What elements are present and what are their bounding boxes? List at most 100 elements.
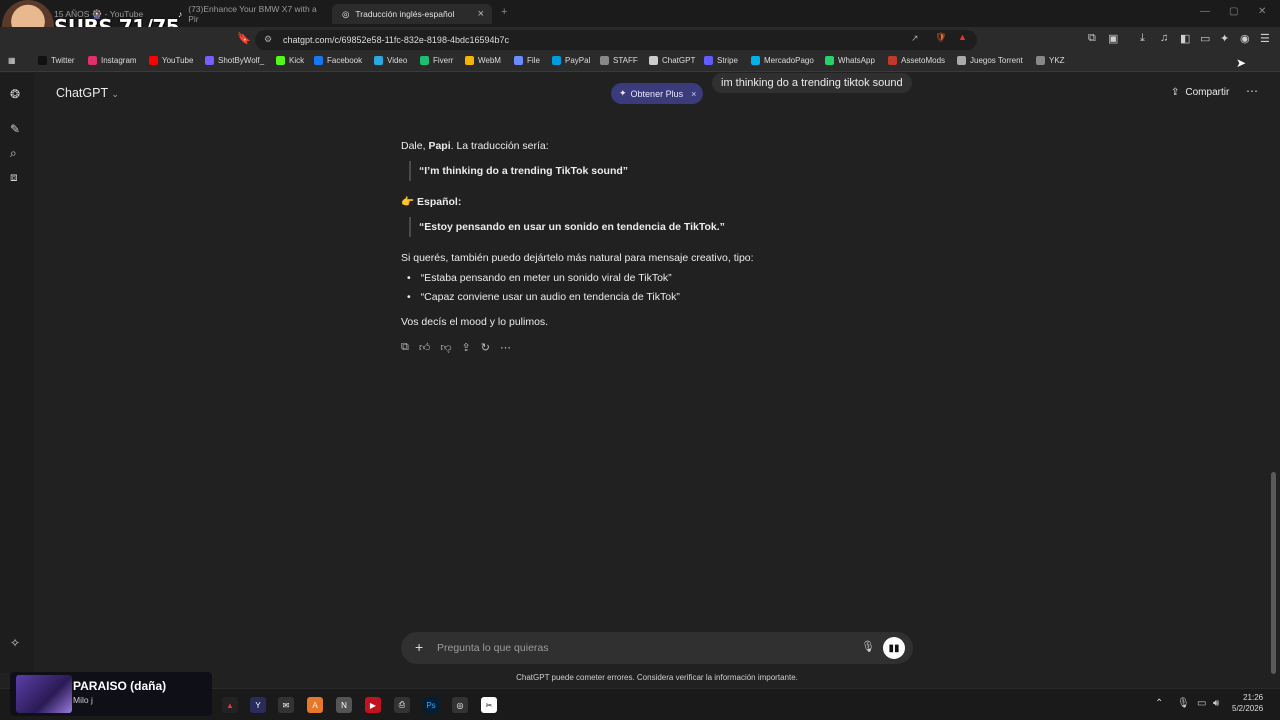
new-tab-button[interactable]: + — [501, 6, 507, 18]
bookmark-item[interactable]: Twitter — [38, 56, 75, 65]
bookmark-item[interactable]: WhatsApp — [825, 56, 875, 65]
minimize-button[interactable]: — — [1200, 6, 1210, 17]
apps-grid-icon[interactable]: ▦ — [8, 56, 16, 65]
prompt-input[interactable]: Pregunta lo que quieras — [437, 642, 549, 654]
library-icon[interactable]: ⧈ — [10, 170, 18, 185]
bookmark-item[interactable]: Facebook — [314, 56, 362, 65]
bookmark-label: Instagram — [101, 56, 137, 65]
tray-monitor-icon[interactable]: ▭ — [1197, 698, 1206, 709]
thumbs-down-icon[interactable]: 👎︎ — [440, 341, 451, 354]
bookmark-icon[interactable]: 🔖 — [237, 32, 251, 45]
tray-chevron-icon[interactable]: ⌃ — [1155, 698, 1163, 709]
prompt-composer[interactable]: + Pregunta lo que quieras 🎙︎ ▮▮ — [401, 632, 913, 664]
share-page-icon[interactable]: ↗ — [911, 33, 919, 44]
bookmark-item[interactable]: YouTube — [149, 56, 193, 65]
tray-volume-icon[interactable]: 🔊︎ — [1213, 698, 1219, 709]
bookmark-favicon-icon — [514, 56, 523, 65]
taskbar-app-icon[interactable]: ⎙ — [394, 697, 410, 713]
intro-suffix: . La traducción sería: — [450, 140, 549, 152]
bookmark-item[interactable]: ShotByWolf_ — [205, 56, 264, 65]
bookmark-item[interactable]: Juegos Torrent — [957, 56, 1023, 65]
share-label: Compartir — [1185, 87, 1230, 98]
bookmark-favicon-icon — [149, 56, 158, 65]
system-clock[interactable]: 21:26 5/2/2026 — [1232, 692, 1263, 714]
close-tab-icon[interactable]: × — [478, 8, 484, 20]
site-info-icon[interactable]: ⚙ — [264, 34, 272, 45]
taskbar-app-icon[interactable]: ▶ — [365, 697, 381, 713]
capcut-icon[interactable]: ✂ — [481, 697, 497, 713]
bookmark-item[interactable]: WebM — [465, 56, 501, 65]
tab-label: (73)Enhance Your BMW X7 with a Pir — [188, 4, 317, 24]
tab-traduccion[interactable]: ◎ Traducción inglés-español × — [332, 4, 492, 24]
screenshot-icon[interactable]: ▣ — [1108, 32, 1118, 45]
bookmark-item[interactable]: STAFF — [600, 56, 638, 65]
taskbar-app-icon[interactable]: Y — [250, 697, 266, 713]
attach-plus-icon[interactable]: + — [415, 639, 423, 655]
quote-english: “I’m thinking do a trending TikTok sound… — [409, 161, 628, 181]
suggestion-intro: Si querés, también puedo dejártelo más n… — [401, 252, 754, 264]
close-icon[interactable]: × — [691, 89, 696, 99]
taskbar-app-icon[interactable]: ✉ — [278, 697, 294, 713]
browser-toolbar: 🔖 ⚙ chatgpt.com/c/69852e58-11fc-832e-819… — [0, 27, 1280, 53]
more-icon[interactable]: ⋯ — [500, 341, 511, 354]
scrollbar[interactable] — [1271, 472, 1276, 674]
extensions-icon[interactable]: ⧉ — [1088, 32, 1096, 45]
address-bar[interactable]: ⚙ chatgpt.com/c/69852e58-11fc-832e-8198-… — [255, 30, 977, 50]
wallet-icon[interactable]: ▭ — [1200, 32, 1210, 45]
brave-shields-icon[interactable]: 🛡 — [935, 32, 946, 43]
bookmark-item[interactable]: Instagram — [88, 56, 137, 65]
taskbar-app-icon[interactable]: ▲ — [222, 697, 238, 713]
taskbar-app-icon[interactable]: ◎ — [452, 697, 468, 713]
tab-label: Traducción inglés-español — [355, 9, 455, 19]
bookmark-item[interactable]: PayPal — [552, 56, 590, 65]
thumbs-up-icon[interactable]: 👍︎ — [419, 341, 431, 354]
maximize-button[interactable]: ▢ — [1229, 6, 1238, 17]
bookmark-favicon-icon — [552, 56, 561, 65]
chatgpt-sidebar: ❂ ✎ ⌕ ⧈ ✧ — [0, 73, 34, 673]
download-icon[interactable]: ⤓ — [1140, 32, 1145, 45]
get-plus-button[interactable]: ✦ Obtener Plus × — [611, 83, 703, 104]
bookmark-favicon-icon — [649, 56, 658, 65]
new-chat-icon[interactable]: ✎ — [10, 122, 20, 136]
music-icon[interactable]: ♫ — [1160, 32, 1168, 44]
sidebar-toggle-icon[interactable]: ◧ — [1180, 32, 1190, 45]
close-window-button[interactable]: ✕ — [1258, 6, 1266, 17]
vpn-icon[interactable]: ◉ — [1240, 32, 1250, 45]
album-art — [16, 675, 72, 713]
bookmark-item[interactable]: MercadoPago — [751, 56, 814, 65]
copy-icon[interactable]: ⧉ — [401, 341, 409, 354]
bookmark-item[interactable]: Fiverr — [420, 56, 453, 65]
share-button[interactable]: ⇪ Compartir — [1171, 87, 1229, 98]
voice-mode-button[interactable]: ▮▮ — [883, 637, 905, 659]
browser-tab-bar: 15 AÑOS 🎡 - YouTube ♪ (73)Enhance Your B… — [0, 0, 1280, 27]
menu-icon[interactable]: ☰ — [1260, 32, 1270, 45]
taskbar-app-icon[interactable]: A — [307, 697, 323, 713]
search-icon[interactable]: ⌕ — [10, 146, 17, 161]
bullet-dot: • — [407, 272, 411, 284]
brave-rewards-icon[interactable]: ▲ — [958, 32, 967, 42]
tab-bmw[interactable]: ♪ (73)Enhance Your BMW X7 with a Pir — [168, 4, 328, 24]
sparkle-icon: ✦ — [619, 88, 627, 98]
bookmark-item[interactable]: ChatGPT — [649, 56, 695, 65]
bookmark-item[interactable]: Video — [374, 56, 407, 65]
share-message-icon[interactable]: ⇪ — [462, 341, 471, 354]
bookmark-item[interactable]: Kick — [276, 56, 304, 65]
bookmark-item[interactable]: AssetoMods — [888, 56, 945, 65]
openai-logo-icon[interactable]: ❂ — [10, 87, 20, 101]
sparkle-icon[interactable]: ✧ — [10, 636, 20, 650]
microphone-icon[interactable]: 🎙︎ — [861, 640, 875, 653]
model-selector[interactable]: ChatGPT ⌄ — [56, 86, 119, 100]
regenerate-icon[interactable]: ↻ — [481, 341, 490, 354]
leo-ai-icon[interactable]: ✦ — [1220, 32, 1229, 45]
mouse-cursor-icon: ➤ — [1236, 56, 1247, 70]
taskbar-app-icon[interactable]: N — [336, 697, 352, 713]
bullet-text: “Estaba pensando en meter un sonido vira… — [420, 272, 672, 284]
tray-mic-icon[interactable]: 🎙︎ — [1177, 698, 1190, 709]
disclaimer: ChatGPT puede cometer errores. Considera… — [516, 673, 798, 682]
bookmark-item[interactable]: YKZ — [1036, 56, 1065, 65]
bookmark-item[interactable]: Stripe — [704, 56, 738, 65]
more-options-icon[interactable]: ⋯ — [1246, 84, 1258, 98]
photoshop-icon[interactable]: Ps — [423, 697, 439, 713]
bookmark-item[interactable]: File — [514, 56, 540, 65]
song-artist: Milo j — [73, 695, 93, 705]
